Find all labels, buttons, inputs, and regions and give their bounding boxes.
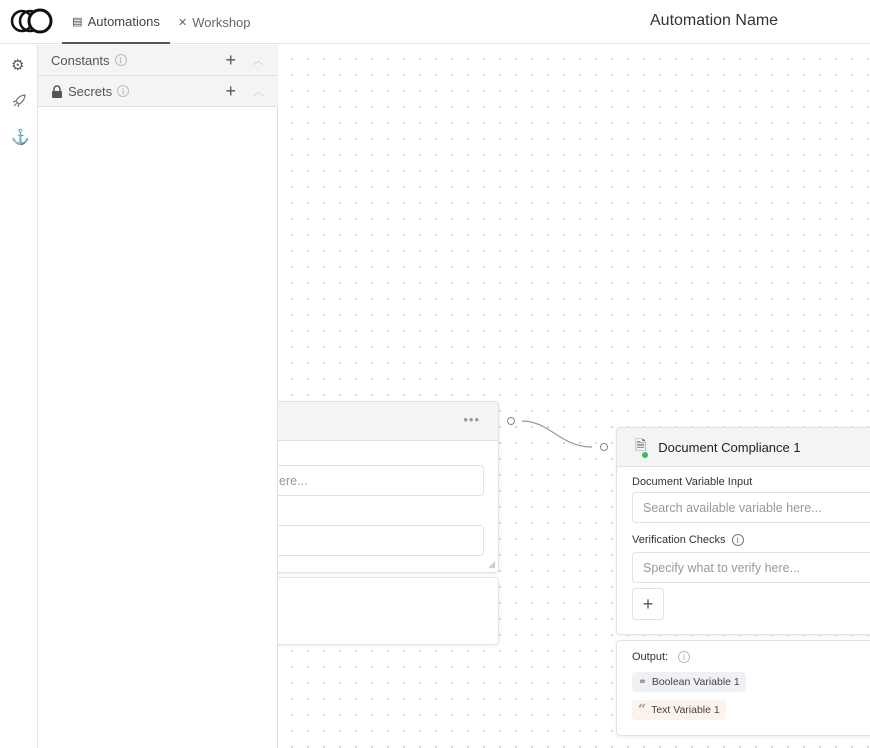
connector-edge (521, 420, 593, 448)
constants-section[interactable]: Constants i + ︿ (38, 45, 278, 76)
top-header: ▤ Automations ✕ Workshop Automation Name (0, 0, 870, 44)
output-label: Output: (632, 651, 669, 663)
left-node-output (260, 577, 499, 645)
table-icon: ▤ (72, 15, 83, 28)
page-title: Automation Name (650, 12, 779, 29)
info-icon[interactable]: i (731, 534, 744, 546)
gear-icon[interactable]: ⚙ (11, 56, 24, 74)
info-icon[interactable]: i (678, 651, 691, 663)
info-icon[interactable]: i (117, 85, 130, 97)
resize-handle[interactable]: ◢ (488, 559, 495, 570)
document-check-icon: 🗎 (635, 435, 649, 459)
node-title: Document Compliance 1 (658, 439, 801, 455)
output-chip-text[interactable]: “Text Variable 1 (632, 700, 726, 720)
boolean-icon: ⚭ (638, 676, 647, 688)
output-port[interactable] (507, 417, 515, 425)
document-variable-input[interactable]: Search available variable here... (632, 492, 870, 523)
add-check-button[interactable]: + (632, 588, 664, 620)
logo-icon (10, 8, 53, 34)
panel-cover (38, 395, 278, 655)
lock-icon (52, 84, 62, 98)
chevron-up-icon[interactable]: ︿ (253, 52, 264, 68)
output-card: Output: i ⚭ Boolean Variable 1 “Text Varia… (616, 640, 870, 736)
left-node[interactable]: ••• ere... ◢ (260, 401, 499, 573)
tab-workshop[interactable]: ✕ Workshop (178, 0, 251, 44)
document-compliance-node[interactable]: 🗎 Document Compliance 1 Document Variabl… (616, 427, 870, 635)
node-connector (507, 417, 608, 451)
output-chip-boolean[interactable]: ⚭ Boolean Variable 1 (632, 672, 746, 692)
secrets-section[interactable]: Secrets i + ︿ (38, 76, 278, 107)
verification-checks-input[interactable]: Specify what to verify here... (632, 552, 870, 583)
chevron-up-icon[interactable]: ︿ (253, 83, 264, 99)
left-node-input[interactable]: ere... (261, 465, 484, 496)
add-secret-button[interactable]: + (225, 81, 236, 102)
rocket-icon[interactable] (11, 93, 27, 109)
input-port[interactable] (600, 443, 608, 451)
more-menu-button[interactable]: ••• (463, 412, 480, 427)
quote-icon: “ (638, 702, 647, 718)
add-constant-button[interactable]: + (225, 50, 236, 71)
left-node-input-2[interactable] (261, 525, 484, 556)
info-icon[interactable]: i (114, 54, 127, 66)
icon-rail: ⚙ ⚓ (0, 45, 38, 748)
tab-automations[interactable]: ▤ Automations (62, 0, 170, 44)
tools-icon: ✕ (178, 16, 188, 29)
doc-input-label: Document Variable Input (632, 476, 753, 488)
checks-label: Verification Checks (632, 534, 726, 546)
anchor-icon[interactable]: ⚓ (11, 128, 30, 146)
